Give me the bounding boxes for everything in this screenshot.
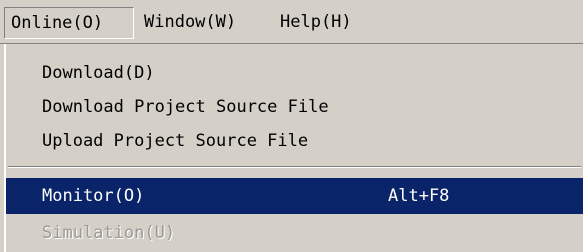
menu-item-label: Simulation(U) bbox=[42, 223, 176, 243]
menu-item-label: Download Project Source File bbox=[42, 97, 329, 117]
menu-item-label: Monitor(O) bbox=[42, 186, 145, 206]
menu-item-upload-project-source-file[interactable]: Upload Project Source File bbox=[6, 124, 583, 158]
menu-online[interactable]: Online(O) bbox=[4, 7, 134, 39]
online-dropdown-menu: Download(D) Download Project Source File… bbox=[4, 44, 583, 252]
menu-item-monitor[interactable]: Monitor(O) Alt+F8 bbox=[6, 178, 583, 214]
menu-item-shortcut: Alt+F8 bbox=[388, 186, 450, 206]
menu-item-label: Upload Project Source File bbox=[42, 131, 309, 151]
menu-item-simulation: Simulation(U) bbox=[6, 216, 583, 250]
application-frame: Online(O) Window(W) Help(H) Download(D) … bbox=[0, 0, 583, 252]
menu-item-download-project-source-file[interactable]: Download Project Source File bbox=[6, 90, 583, 124]
menu-help[interactable]: Help(H) bbox=[276, 7, 376, 39]
menu-window[interactable]: Window(W) bbox=[142, 7, 270, 39]
menu-item-download[interactable]: Download(D) bbox=[6, 56, 583, 90]
menu-item-label: Download(D) bbox=[42, 63, 155, 83]
menu-separator bbox=[8, 166, 581, 168]
menu-bar: Online(O) Window(W) Help(H) bbox=[0, 0, 583, 44]
